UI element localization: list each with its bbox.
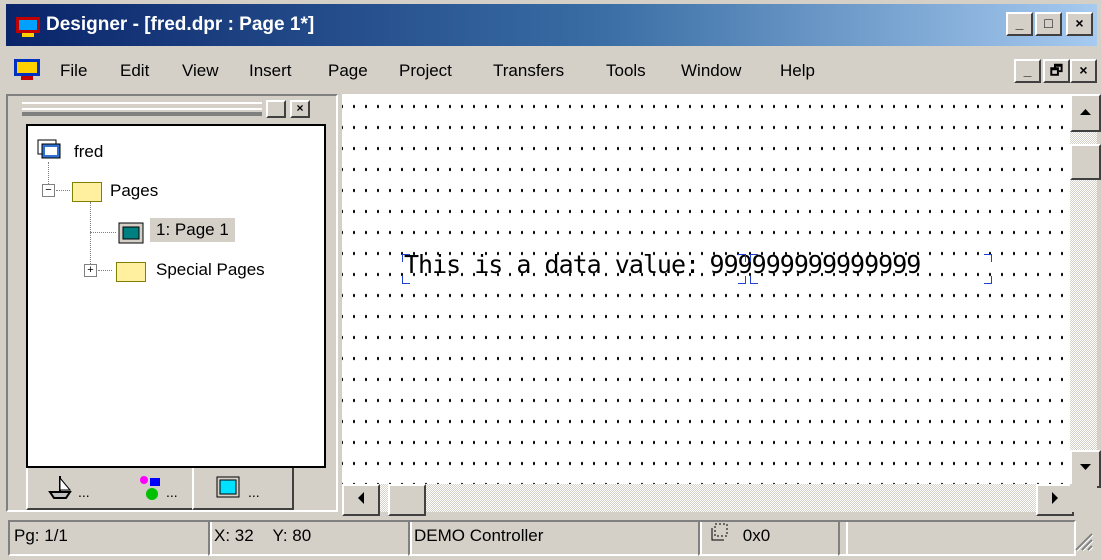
tab-tools[interactable]: ... [26, 468, 98, 510]
scroll-left-button[interactable] [342, 484, 380, 516]
vertical-scroll-thumb[interactable] [1070, 144, 1101, 180]
menu-page[interactable]: Page [328, 61, 368, 81]
menu-help[interactable]: Help [780, 61, 815, 81]
scroll-corner [1070, 484, 1097, 512]
title-bar[interactable]: Designer - [fred.dpr : Page 1*] _ □ × [6, 4, 1097, 46]
vertical-scrollbar[interactable] [1070, 94, 1101, 488]
status-size-value: 0x0 [742, 526, 771, 545]
menu-view[interactable]: View [182, 61, 219, 81]
open-folder-icon [72, 182, 102, 202]
project-icon [36, 138, 62, 160]
tab-objects-label: ... [166, 484, 178, 500]
status-bar: Pg: 1/1 X: 32 Y: 80 DEMO Controller 0x0 [6, 516, 1097, 556]
screen-icon [216, 476, 240, 503]
page-icon [118, 222, 144, 244]
menu-transfers[interactable]: Transfers [493, 61, 564, 81]
tree-special-pages-folder[interactable]: Special Pages [156, 260, 265, 280]
menu-file[interactable]: File [60, 61, 87, 81]
tree-root-fred[interactable]: fred [74, 142, 103, 162]
status-size: 0x0 [698, 520, 848, 556]
canvas-text-object[interactable]: This is a data value: 999999999999999 [404, 250, 921, 279]
collapse-pages-expander[interactable]: − [42, 184, 55, 197]
status-x: X: 32 [214, 526, 254, 545]
status-controller: DEMO Controller [408, 520, 702, 556]
tree-page-1[interactable]: 1: Page 1 [150, 218, 235, 242]
selection-handle[interactable] [750, 276, 758, 284]
tab-pages-label: ... [248, 484, 260, 500]
menu-insert[interactable]: Insert [249, 61, 292, 81]
tab-pages[interactable]: ... [192, 468, 294, 510]
selection-handle[interactable] [750, 254, 758, 262]
page-canvas[interactable] [342, 94, 1070, 484]
status-empty-panel [838, 520, 1076, 556]
menu-edit[interactable]: Edit [120, 61, 149, 81]
selection-handle[interactable] [738, 254, 746, 262]
tab-objects[interactable]: ... [96, 468, 192, 510]
static-text-label[interactable]: This is a data value: [404, 250, 700, 279]
window-title: Designer - [fred.dpr : Page 1*] [46, 14, 315, 35]
horizontal-scroll-thumb[interactable] [388, 484, 426, 516]
shapes-icon [136, 474, 166, 507]
selection-handle[interactable] [402, 276, 410, 284]
tree-line [90, 232, 116, 233]
tab-tools-label: ... [78, 484, 90, 500]
project-tree[interactable]: fred − Pages 1: Page 1 + Special Pages [26, 124, 326, 468]
size-icon [710, 522, 730, 551]
tree-line [98, 270, 112, 271]
minimize-button[interactable]: _ [1006, 12, 1033, 36]
size-grip-icon[interactable] [1072, 530, 1094, 552]
selection-handle[interactable] [984, 276, 992, 284]
scroll-down-button[interactable] [1070, 450, 1101, 488]
tree-pages-folder[interactable]: Pages [110, 181, 158, 201]
scroll-up-button[interactable] [1070, 94, 1101, 132]
maximize-button[interactable]: □ [1035, 12, 1062, 36]
menu-project[interactable]: Project [399, 61, 452, 81]
app-icon [16, 17, 40, 37]
selection-handle[interactable] [738, 276, 746, 284]
tree-line [90, 202, 91, 266]
close-button[interactable]: × [1066, 12, 1093, 36]
menu-window[interactable]: Window [681, 61, 741, 81]
child-minimize-button[interactable]: _ [1014, 59, 1041, 83]
scroll-right-button[interactable] [1036, 484, 1074, 516]
document-icon[interactable] [14, 59, 40, 81]
status-page: Pg: 1/1 [8, 520, 212, 556]
tree-line [56, 190, 70, 191]
ship-icon [46, 474, 74, 505]
child-restore-button[interactable]: 🗗 [1043, 59, 1070, 83]
horizontal-scrollbar[interactable] [342, 484, 1074, 516]
menu-bar: File Edit View Insert Page Project Trans… [6, 52, 1097, 92]
child-close-button[interactable]: × [1070, 59, 1097, 83]
selection-handle[interactable] [984, 254, 992, 262]
pane-grabber-line [22, 108, 262, 114]
status-y: Y: 80 [272, 526, 312, 545]
status-coordinates: X: 32 Y: 80 [208, 520, 412, 556]
folder-icon [116, 262, 146, 282]
expand-special-pages-expander[interactable]: + [84, 264, 97, 277]
pane-restore-button[interactable] [266, 100, 286, 118]
menu-tools[interactable]: Tools [606, 61, 646, 81]
pane-close-button[interactable]: × [290, 100, 310, 118]
selection-handle[interactable] [402, 254, 410, 262]
